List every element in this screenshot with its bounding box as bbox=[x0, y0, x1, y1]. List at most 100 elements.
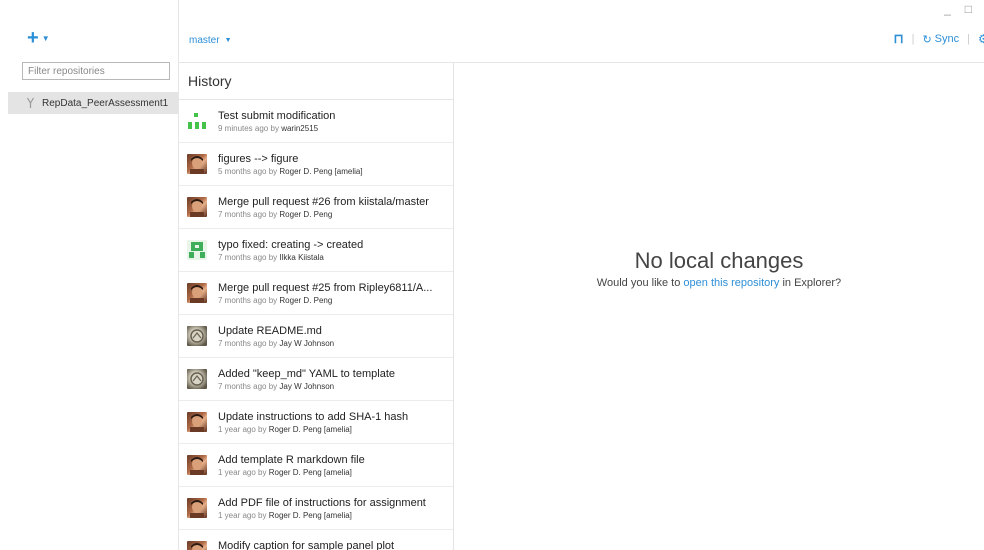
publish-icon[interactable]: ⊓ bbox=[893, 31, 903, 47]
commit-by: by bbox=[258, 467, 267, 477]
commit-by: by bbox=[258, 510, 267, 520]
commit-time: 7 months ago bbox=[218, 338, 267, 348]
repository-name: RepData_PeerAssessment1 bbox=[42, 97, 169, 109]
commit-author: Roger D. Peng [amelia] bbox=[268, 467, 352, 477]
commit-message: typo fixed: creating -> created bbox=[218, 238, 364, 251]
commit-body: figures --> figure 5 months ago by Roger … bbox=[218, 153, 363, 176]
commit-body: Test submit modification 9 minutes ago by… bbox=[218, 110, 335, 133]
commit-by: by bbox=[268, 295, 278, 305]
commit-by: by bbox=[258, 424, 267, 434]
sync-button[interactable]: ↻ Sync bbox=[922, 33, 959, 46]
avatar bbox=[187, 326, 207, 346]
commit-body: typo fixed: creating -> created 7 months … bbox=[218, 239, 363, 262]
avatar bbox=[187, 498, 207, 518]
commit-body: Update README.md 7 months ago by Jay W Jo… bbox=[218, 325, 334, 348]
avatar bbox=[187, 541, 207, 550]
toolbar-separator: | bbox=[911, 33, 915, 45]
commit-message: Update instructions to add SHA-1 hash bbox=[218, 410, 409, 423]
commit-message: Modify caption for sample panel plot bbox=[218, 539, 395, 550]
commit-meta: 7 months ago by Jay W Johnson bbox=[218, 382, 395, 391]
commit-message: Update README.md bbox=[218, 324, 322, 337]
commit-author: Roger D. Peng [amelia] bbox=[279, 166, 363, 176]
commit-row[interactable]: Merge pull request #25 from Ripley6811/A… bbox=[179, 272, 453, 315]
no-changes-title: No local changes bbox=[634, 248, 804, 273]
commit-author: Roger D. Peng bbox=[279, 295, 333, 305]
commit-author: Roger D. Peng [amelia] bbox=[268, 424, 352, 434]
commit-body: Add template R markdown file 1 year ago b… bbox=[218, 454, 365, 477]
commit-meta: 7 months ago by Jay W Johnson bbox=[218, 339, 334, 348]
commit-author: Jay W Johnson bbox=[279, 381, 335, 391]
commit-message: figures --> figure bbox=[218, 152, 299, 165]
avatar bbox=[187, 154, 207, 174]
sidebar: + ▼ RepData_PeerAssessment1 bbox=[0, 0, 178, 550]
commit-meta: 5 months ago by Roger D. Peng [amelia] bbox=[218, 167, 363, 176]
commit-by: by bbox=[268, 252, 278, 262]
gear-icon[interactable]: ⚙ bbox=[978, 32, 984, 46]
avatar bbox=[187, 197, 207, 217]
avatar bbox=[187, 455, 207, 475]
avatar bbox=[187, 111, 207, 131]
commit-time: 1 year ago bbox=[218, 510, 256, 520]
commit-meta: 7 months ago by Roger D. Peng bbox=[218, 210, 429, 219]
commit-time: 1 year ago bbox=[218, 424, 256, 434]
commit-time: 7 months ago bbox=[218, 209, 267, 219]
commit-meta: 9 minutes ago by warin2515 bbox=[218, 124, 335, 133]
repository-item-repdata[interactable]: RepData_PeerAssessment1 bbox=[8, 92, 178, 114]
prompt-text-after: in Explorer? bbox=[779, 277, 842, 289]
commit-row[interactable]: Add PDF file of instructions for assignm… bbox=[179, 487, 453, 530]
history-title: History bbox=[188, 73, 232, 89]
commit-message: Add PDF file of instructions for assignm… bbox=[218, 496, 426, 509]
commit-row[interactable]: Added "keep_md" YAML to template 7 months… bbox=[179, 358, 453, 401]
commit-author: warin2515 bbox=[281, 123, 319, 133]
commit-row[interactable]: Update README.md 7 months ago by Jay W Jo… bbox=[179, 315, 453, 358]
no-changes-panel: No local changes Would you like to open … bbox=[454, 248, 984, 289]
commit-meta: 1 year ago by Roger D. Peng [amelia] bbox=[218, 425, 408, 434]
no-changes-prompt: Would you like to open this repository i… bbox=[454, 277, 984, 289]
commit-meta: 7 months ago by Ilkka Kiistala bbox=[218, 253, 363, 262]
chevron-down-icon: ▼ bbox=[41, 33, 50, 43]
sync-label: Sync bbox=[934, 33, 960, 45]
commit-time: 7 months ago bbox=[218, 381, 267, 391]
commit-message: Add template R markdown file bbox=[218, 453, 365, 466]
commit-row[interactable]: typo fixed: creating -> created 7 months … bbox=[179, 229, 453, 272]
sync-icon: ↻ bbox=[922, 33, 932, 46]
add-repository-button[interactable]: + ▼ bbox=[27, 27, 50, 49]
commit-body: Added "keep_md" YAML to template 7 months… bbox=[218, 368, 395, 391]
commit-row[interactable]: Modify caption for sample panel plot1 ye… bbox=[179, 530, 453, 550]
minimize-button[interactable]: _ bbox=[944, 2, 951, 16]
commit-time: 7 months ago bbox=[218, 252, 267, 262]
avatar bbox=[187, 412, 207, 432]
commit-row[interactable]: Test submit modification 9 minutes ago by… bbox=[179, 100, 453, 143]
commit-time: 9 minutes ago bbox=[218, 123, 269, 133]
filter-repositories-input[interactable] bbox=[22, 62, 170, 80]
commit-by: by bbox=[268, 381, 278, 391]
maximize-button[interactable]: □ bbox=[965, 2, 972, 16]
avatar bbox=[187, 369, 207, 389]
history-panel: History Test submit modification 9 minute… bbox=[179, 63, 454, 550]
commit-time: 5 months ago bbox=[218, 166, 267, 176]
commit-by: by bbox=[268, 338, 278, 348]
commit-body: Modify caption for sample panel plot1 ye… bbox=[218, 540, 394, 550]
prompt-text-before: Would you like to bbox=[596, 277, 684, 289]
commit-body: Merge pull request #25 from Ripley6811/A… bbox=[218, 282, 432, 305]
avatar bbox=[187, 283, 207, 303]
commit-row[interactable]: Update instructions to add SHA-1 hash 1 y… bbox=[179, 401, 453, 444]
plus-icon: + bbox=[27, 27, 39, 49]
toolbar-right: ⊓ | ↻ Sync | ⚙ bbox=[893, 31, 984, 47]
commit-body: Add PDF file of instructions for assignm… bbox=[218, 497, 426, 520]
chevron-down-icon: ▼ bbox=[224, 37, 232, 44]
open-repository-link[interactable]: open this repository bbox=[683, 277, 779, 289]
commit-row[interactable]: figures --> figure 5 months ago by Roger … bbox=[179, 143, 453, 186]
commit-meta: 1 year ago by Roger D. Peng [amelia] bbox=[218, 511, 426, 520]
commit-meta: 1 year ago by Roger D. Peng [amelia] bbox=[218, 468, 365, 477]
branch-selector[interactable]: master ▼ bbox=[189, 35, 232, 46]
commit-by: by bbox=[268, 166, 278, 176]
commit-message: Merge pull request #25 from Ripley6811/A… bbox=[218, 281, 433, 294]
commit-message: Added "keep_md" YAML to template bbox=[218, 367, 395, 380]
commit-row[interactable]: Merge pull request #26 from kiistala/mas… bbox=[179, 186, 453, 229]
branch-name: master bbox=[189, 35, 220, 46]
commit-by: by bbox=[270, 123, 279, 133]
window-controls: _ □ bbox=[944, 2, 972, 16]
commit-row[interactable]: Add template R markdown file 1 year ago b… bbox=[179, 444, 453, 487]
commit-author: Roger D. Peng bbox=[279, 209, 333, 219]
